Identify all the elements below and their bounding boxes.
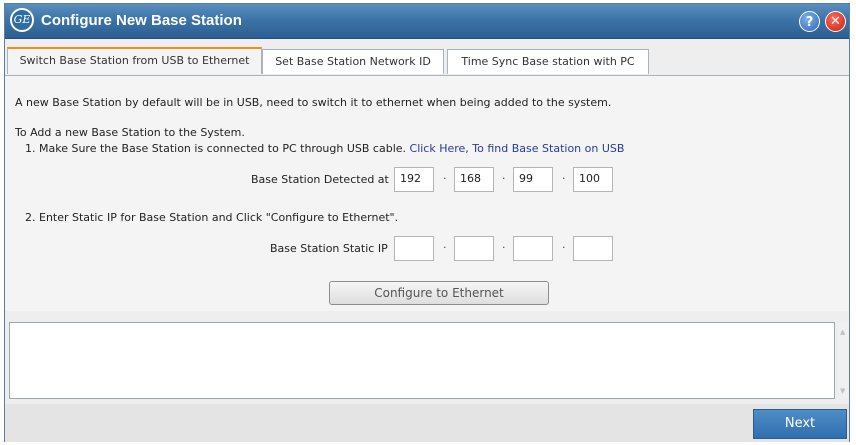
step1-line: 1. Make Sure the Base Station is connect…: [25, 142, 624, 155]
detected-ip-octet-2[interactable]: 168: [454, 167, 494, 192]
tab-time-sync[interactable]: Time Sync Base station with PC: [447, 49, 649, 74]
static-ip-label: Base Station Static IP: [270, 242, 388, 255]
detected-ip-octet-1[interactable]: 192: [394, 167, 434, 192]
tab-switch-usb-to-ethernet[interactable]: Switch Base Station from USB to Ethernet: [7, 47, 262, 74]
find-base-station-link[interactable]: Click Here, To find Base Station on USB: [410, 142, 625, 155]
detected-ip-octet-4[interactable]: 100: [573, 167, 613, 192]
detected-at-label: Base Station Detected at: [251, 173, 389, 186]
ip-separator: ·: [562, 241, 566, 254]
next-button[interactable]: Next: [753, 409, 847, 439]
step1-text: 1. Make Sure the Base Station is connect…: [25, 142, 407, 155]
ip-separator: ·: [443, 241, 447, 254]
intro-text: A new Base Station by default will be in…: [15, 96, 612, 109]
log-scrollbar[interactable]: ▲ ▼: [839, 322, 849, 399]
tab-bar: Switch Base Station from USB to Ethernet…: [5, 47, 849, 75]
title-bar: GE Configure New Base Station ? ✕: [5, 4, 849, 39]
tab-content-panel: A new Base Station by default will be in…: [5, 76, 849, 311]
configure-base-station-window: GE Configure New Base Station ? ✕ Switch…: [4, 3, 850, 442]
section-heading: To Add a new Base Station to the System.: [15, 126, 245, 139]
ip-separator: ·: [502, 172, 506, 185]
static-ip-octet-3[interactable]: [513, 236, 553, 261]
tab-set-network-id[interactable]: Set Base Station Network ID: [262, 49, 444, 74]
log-output-box[interactable]: [9, 322, 835, 399]
scroll-down-icon[interactable]: ▼: [840, 387, 845, 395]
ip-separator: ·: [443, 172, 447, 185]
configure-to-ethernet-button[interactable]: Configure to Ethernet: [329, 281, 549, 305]
help-icon[interactable]: ?: [799, 11, 820, 32]
detected-ip-octet-3[interactable]: 99: [513, 167, 553, 192]
window-title: Configure New Base Station: [41, 12, 242, 29]
close-icon[interactable]: ✕: [825, 11, 846, 32]
ip-separator: ·: [502, 241, 506, 254]
step2-text: 2. Enter Static IP for Base Station and …: [25, 211, 399, 224]
ip-separator: ·: [562, 172, 566, 185]
static-ip-octet-1[interactable]: [394, 236, 434, 261]
ge-logo-icon: GE: [10, 8, 34, 32]
static-ip-octet-2[interactable]: [454, 236, 494, 261]
scroll-up-icon[interactable]: ▲: [840, 328, 845, 336]
static-ip-octet-4[interactable]: [573, 236, 613, 261]
footer-bar: Next: [5, 404, 849, 442]
